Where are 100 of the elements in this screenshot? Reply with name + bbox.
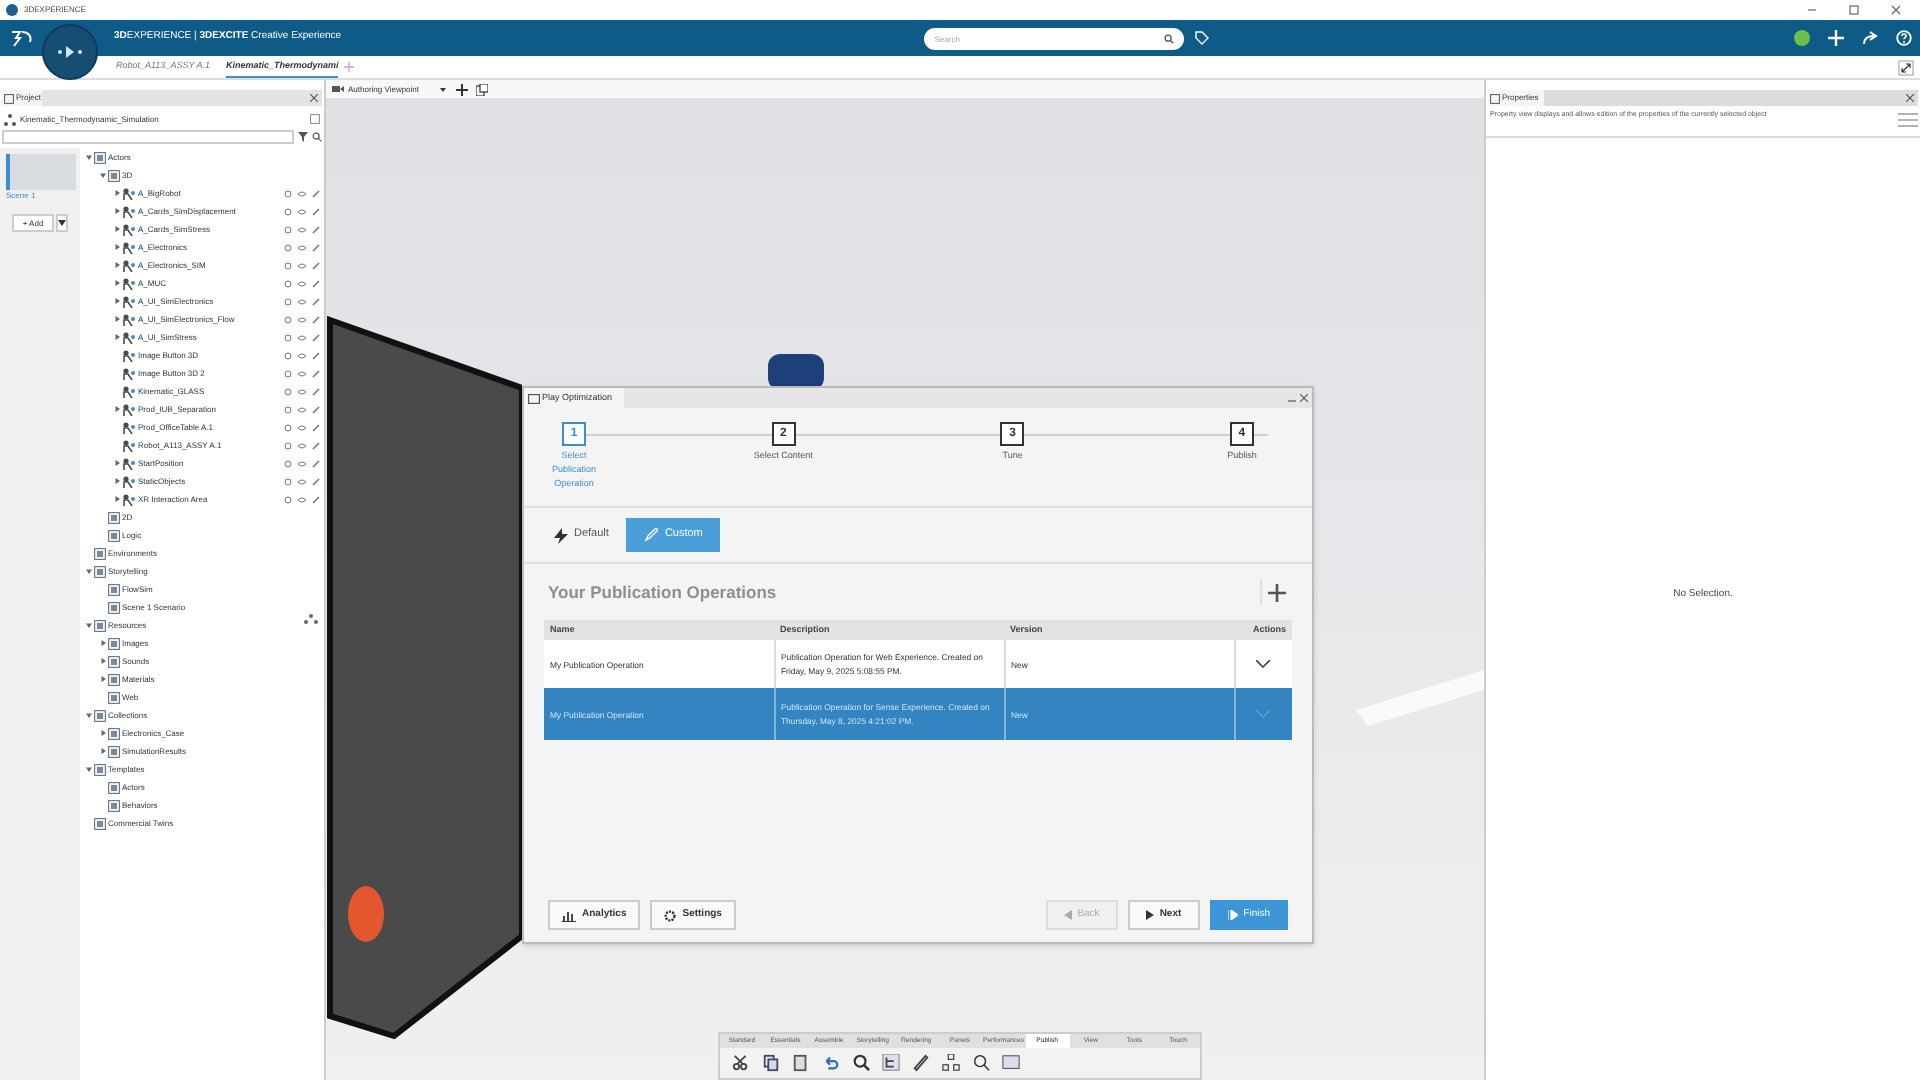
add-icon[interactable]	[455, 83, 468, 95]
pencil-icon[interactable]	[312, 459, 320, 467]
eye-icon[interactable]	[298, 477, 306, 485]
caret-icon[interactable]	[114, 316, 120, 322]
eye-icon[interactable]	[298, 243, 306, 251]
eye-icon[interactable]	[298, 297, 306, 305]
pencil-icon[interactable]	[312, 243, 320, 251]
circle-icon[interactable]	[284, 459, 292, 467]
undo-icon[interactable]	[822, 1054, 840, 1072]
add-dropdown-button[interactable]	[55, 214, 68, 232]
pencil-icon[interactable]	[312, 297, 320, 305]
caret-icon[interactable]	[100, 748, 106, 754]
copy-icon[interactable]	[762, 1054, 780, 1072]
caret-icon[interactable]	[114, 280, 120, 286]
caret-icon[interactable]	[114, 208, 120, 214]
brand-logo-icon[interactable]	[10, 28, 34, 48]
pencil-icon[interactable]	[312, 369, 320, 377]
caret-icon[interactable]	[100, 658, 106, 664]
sort-icon[interactable]	[304, 614, 318, 624]
eye-icon[interactable]	[298, 225, 306, 233]
pencil-icon[interactable]	[312, 315, 320, 323]
close-icon[interactable]	[310, 94, 318, 102]
circle-icon[interactable]	[284, 225, 292, 233]
zoom-icon[interactable]	[852, 1054, 870, 1072]
eye-icon[interactable]	[298, 369, 306, 377]
scissors-icon[interactable]	[732, 1054, 750, 1072]
caret-icon[interactable]	[114, 262, 120, 268]
minimize-icon[interactable]	[1806, 4, 1818, 16]
paste-icon[interactable]	[792, 1054, 810, 1072]
caret-icon[interactable]	[114, 190, 120, 196]
eye-icon[interactable]	[298, 441, 306, 449]
search-icon[interactable]	[972, 1054, 990, 1072]
hierarchy-icon[interactable]	[942, 1054, 960, 1072]
copy-icon[interactable]	[475, 83, 488, 95]
eye-icon[interactable]	[298, 387, 306, 395]
pencil-icon[interactable]	[312, 495, 320, 503]
circle-icon[interactable]	[284, 279, 292, 287]
fullscreen-icon[interactable]	[1898, 59, 1914, 75]
collapse-icon[interactable]	[310, 114, 320, 124]
tree-view-icon[interactable]	[882, 1054, 900, 1072]
caret-icon[interactable]	[86, 568, 92, 574]
share-icon[interactable]	[1862, 30, 1878, 46]
eye-icon[interactable]	[298, 261, 306, 269]
circle-icon[interactable]	[284, 423, 292, 431]
close-icon[interactable]	[1300, 394, 1308, 402]
pencil-icon[interactable]	[312, 333, 320, 341]
circle-icon[interactable]	[284, 189, 292, 197]
user-status-icon[interactable]	[1794, 30, 1810, 46]
caret-icon[interactable]	[100, 640, 106, 646]
eye-icon[interactable]	[298, 333, 306, 341]
caret-icon[interactable]	[114, 406, 120, 412]
search-icon[interactable]	[312, 132, 322, 142]
scene-thumbnail[interactable]	[5, 154, 75, 190]
pencil-icon[interactable]	[312, 225, 320, 233]
caret-icon[interactable]	[114, 496, 120, 502]
eye-icon[interactable]	[298, 189, 306, 197]
caret-icon[interactable]	[114, 460, 120, 466]
caret-icon[interactable]	[114, 334, 120, 340]
filter-field[interactable]	[2, 130, 294, 144]
eye-icon[interactable]	[298, 495, 306, 503]
eye-icon[interactable]	[298, 459, 306, 467]
eye-icon[interactable]	[298, 351, 306, 359]
caret-icon[interactable]	[100, 172, 106, 178]
caret-icon[interactable]	[86, 766, 92, 772]
circle-icon[interactable]	[284, 315, 292, 323]
pencil-icon[interactable]	[312, 351, 320, 359]
circle-icon[interactable]	[284, 387, 292, 395]
circle-icon[interactable]	[284, 441, 292, 449]
pencil-icon[interactable]	[312, 207, 320, 215]
caret-icon[interactable]	[86, 154, 92, 160]
caret-icon[interactable]	[100, 676, 106, 682]
actions-cell[interactable]	[1234, 688, 1292, 740]
pencil-icon[interactable]	[312, 387, 320, 395]
caret-icon[interactable]	[86, 622, 92, 628]
search-icon[interactable]	[1164, 33, 1175, 43]
circle-icon[interactable]	[284, 351, 292, 359]
circle-icon[interactable]	[284, 333, 292, 341]
chevron-icon[interactable]	[1256, 659, 1271, 668]
add-operation-button[interactable]	[1260, 578, 1288, 606]
circle-icon[interactable]	[284, 369, 292, 377]
circle-icon[interactable]	[284, 207, 292, 215]
image-icon[interactable]	[1002, 1054, 1020, 1072]
brush-icon[interactable]	[912, 1054, 930, 1072]
caret-icon[interactable]	[114, 226, 120, 232]
actions-cell[interactable]	[1234, 640, 1292, 688]
caret-icon[interactable]	[114, 298, 120, 304]
pencil-icon[interactable]	[312, 261, 320, 269]
pencil-icon[interactable]	[312, 441, 320, 449]
eye-icon[interactable]	[298, 423, 306, 431]
filter-icon[interactable]	[298, 132, 308, 142]
close-icon[interactable]	[1906, 94, 1914, 102]
pencil-icon[interactable]	[312, 405, 320, 413]
pencil-icon[interactable]	[312, 477, 320, 485]
play-icon[interactable]	[56, 42, 84, 62]
circle-icon[interactable]	[284, 495, 292, 503]
circle-icon[interactable]	[284, 477, 292, 485]
eye-icon[interactable]	[298, 279, 306, 287]
circle-icon[interactable]	[284, 243, 292, 251]
caret-icon[interactable]	[100, 730, 106, 736]
maximize-icon[interactable]	[1848, 4, 1860, 16]
